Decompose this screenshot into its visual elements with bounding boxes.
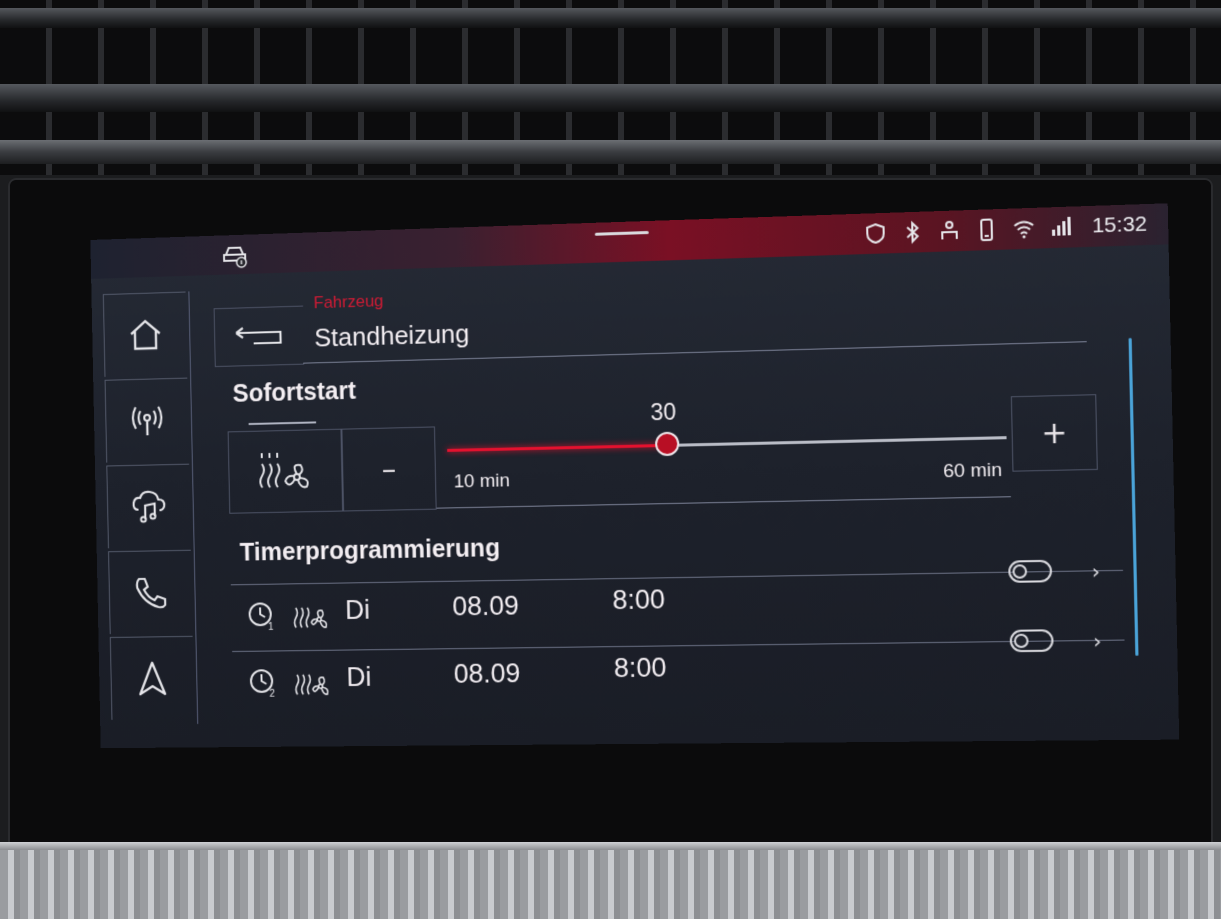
timer-day: Di	[346, 662, 372, 692]
timer-heading: Timerprogrammierung	[239, 534, 501, 567]
vent-slat	[0, 84, 1221, 112]
dashboard-trim-pattern	[0, 850, 1221, 919]
wifi-icon	[1011, 216, 1036, 239]
nav-home-button[interactable]	[102, 291, 188, 377]
heating-fan-icon	[256, 449, 315, 494]
slider-min-label: 10 min	[453, 470, 511, 493]
heating-fan-icon	[293, 598, 328, 632]
music-cloud-icon	[129, 486, 170, 528]
back-button[interactable]	[213, 305, 305, 368]
slider-max-label: 60 min	[942, 459, 1003, 483]
slider-track[interactable]	[447, 431, 1007, 457]
decrease-duration-button[interactable]: –	[341, 426, 437, 512]
phone-icon	[974, 217, 999, 242]
timer-row[interactable]: 2 Di 08.09 8:00 ›	[232, 629, 1126, 715]
car-info-icon[interactable]	[222, 242, 251, 268]
toggle-knob	[1013, 633, 1029, 649]
timer-time: 8:00	[613, 652, 667, 684]
side-navigation	[97, 291, 199, 725]
heating-mode-button[interactable]	[227, 428, 344, 514]
scrollbar[interactable]	[1128, 337, 1139, 656]
page-title: Standheizung	[314, 318, 470, 353]
infotainment-screen: 15:32 Fahrzeug Standheizung Sofortstart …	[90, 203, 1180, 749]
timer-date: 08.09	[452, 590, 520, 622]
nav-phone-button[interactable]	[108, 549, 193, 635]
drag-handle[interactable]	[594, 230, 649, 236]
navigation-arrow-icon	[132, 658, 173, 699]
increase-duration-button[interactable]: +	[1010, 394, 1098, 472]
timer-toggle[interactable]	[1008, 559, 1053, 583]
clock: 15:32	[1091, 212, 1148, 238]
air-vent	[0, 0, 1221, 175]
driver-profile-icon	[937, 218, 962, 243]
chevron-right-icon[interactable]: ›	[1091, 559, 1100, 584]
sofortstart-heading: Sofortstart	[232, 377, 357, 408]
back-arrow-icon	[232, 323, 286, 350]
nav-media-button[interactable]	[106, 463, 191, 549]
location-shield-icon	[863, 221, 888, 246]
timer-date: 08.09	[453, 658, 521, 689]
heating-fan-icon	[294, 665, 329, 699]
vent-slat	[0, 8, 1221, 28]
timer-clock-icon: 1	[245, 598, 278, 632]
timer-row[interactable]: 1 Di 08.09 8:00 ›	[230, 559, 1125, 649]
breadcrumb: Fahrzeug	[313, 291, 384, 313]
bluetooth-icon	[900, 220, 925, 245]
home-icon	[125, 314, 166, 356]
vent-trim	[0, 140, 1221, 164]
lte-signal-icon	[1051, 216, 1071, 236]
svg-text:1: 1	[268, 622, 274, 632]
duration-slider[interactable]: 30 10 min 60 min	[434, 396, 1011, 509]
timer-toggle[interactable]	[1009, 629, 1054, 653]
status-icons	[863, 213, 1074, 248]
nav-navigation-button[interactable]	[109, 635, 195, 720]
timer-time: 8:00	[612, 584, 666, 616]
timer-day: Di	[344, 594, 371, 625]
chevron-right-icon[interactable]: ›	[1093, 629, 1102, 654]
slider-value: 30	[650, 398, 677, 426]
timer-clock-icon: 2	[246, 665, 279, 699]
svg-text:2: 2	[269, 689, 275, 699]
radio-icon	[127, 400, 168, 442]
slider-thumb[interactable]	[654, 431, 680, 457]
phone-icon	[130, 572, 171, 614]
selection-indicator	[248, 421, 317, 426]
nav-radio-button[interactable]	[104, 377, 189, 463]
slider-fill	[447, 443, 668, 452]
toggle-knob	[1012, 564, 1028, 579]
